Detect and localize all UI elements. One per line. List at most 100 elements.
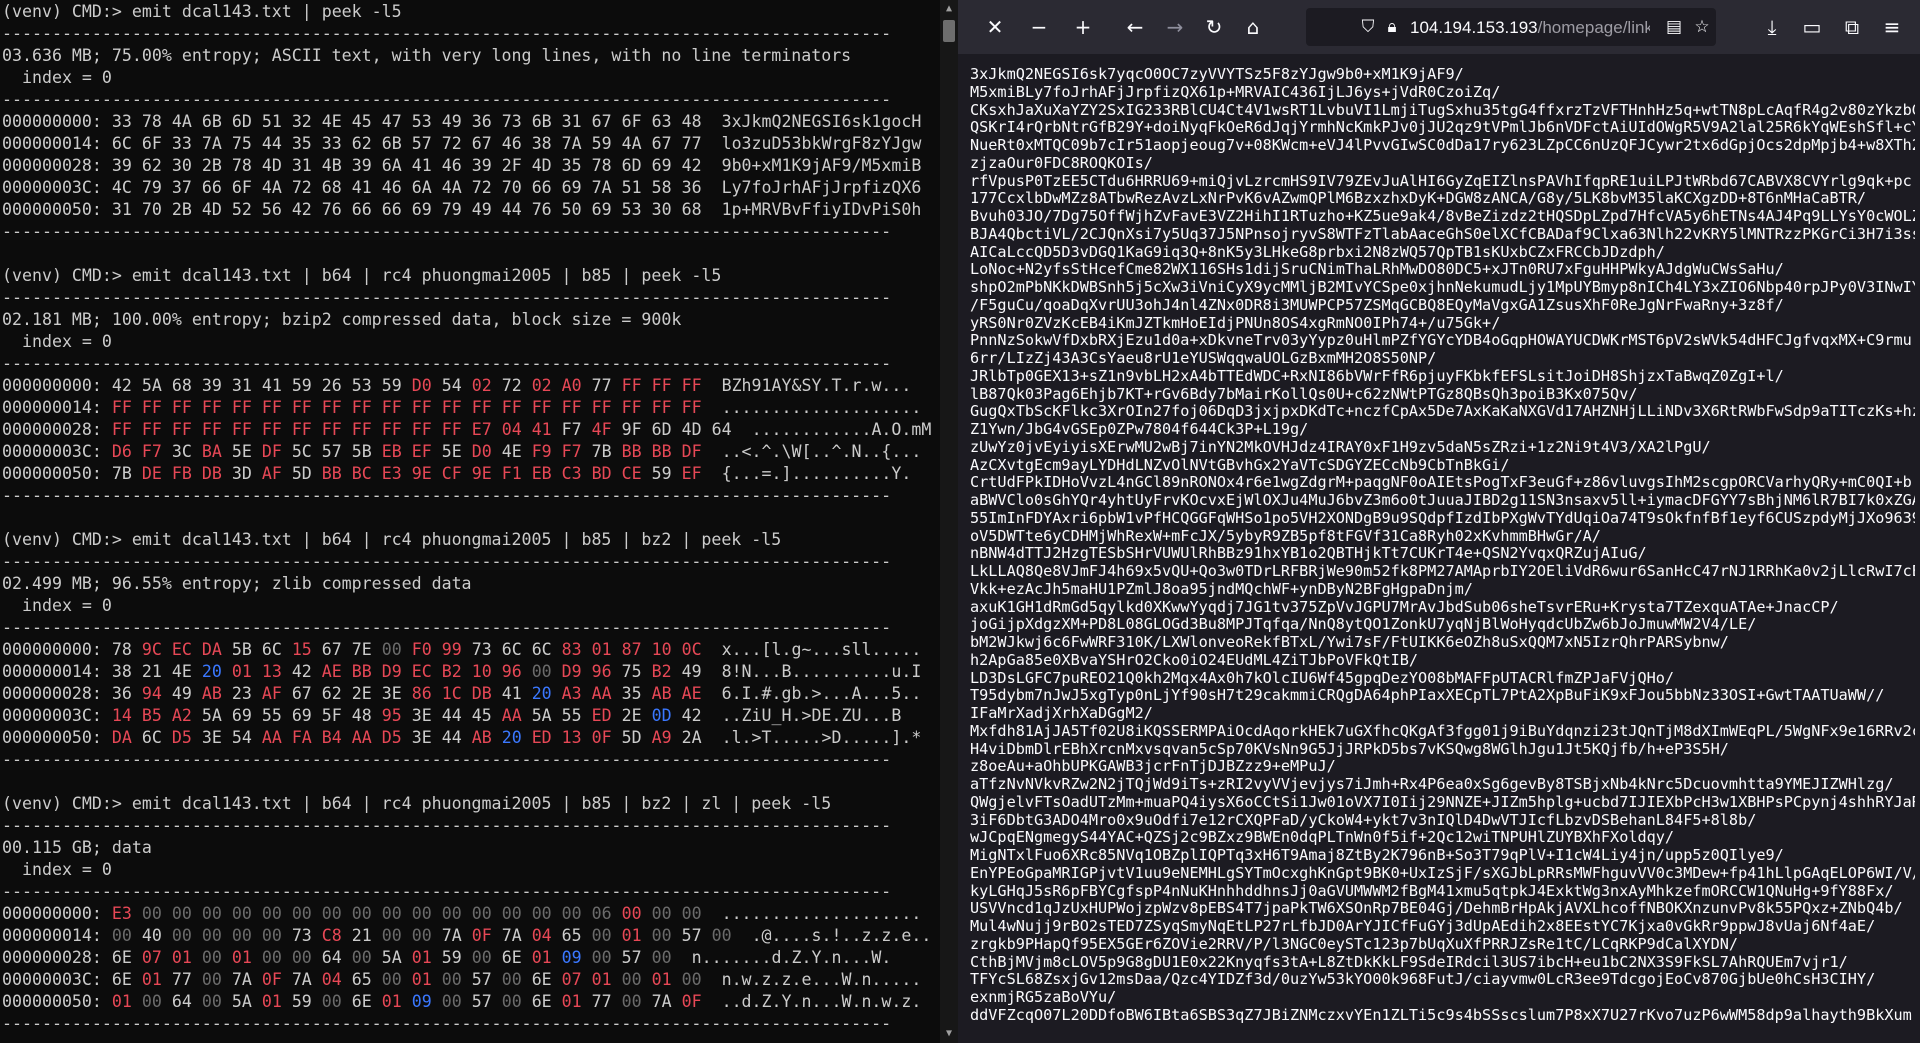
tracking-shield-icon[interactable]: ⛉ [1356,14,1380,40]
scrollbar-thumb[interactable] [943,20,955,42]
hex-byte: FF [171,420,192,439]
hex-byte: 39 [471,156,492,175]
hex-row: 000000000: E3 00 00 00 00 00 00 00 00 00… [2,903,932,925]
menu-icon[interactable]: ≡ [1879,14,1905,40]
extensions-icon[interactable]: ⧉ [1839,14,1865,40]
hex-byte: 49 [441,112,462,131]
hex-byte: AA [501,706,522,725]
hex-row: 00000003C: 14 B5 A2 5A 69 55 69 5F 48 95… [2,705,932,727]
ascii-column: {...=.]..........Y. [721,464,912,483]
hex-byte: 01 [231,948,252,967]
text-line: AzCXvtgEcm9ayLYDHdLNZvOlNVtGBvhGx2YaVTcS… [970,456,1510,474]
separator-rule: ----------------------------------------… [2,90,892,109]
text-line: joGijpXdgzXM+PD8L08GLOGd3Bu8MPJTqfqa/NnQ… [970,616,1757,634]
hex-byte: 48 [681,112,702,131]
command-text: emit dcal143.txt | peek -l5 [131,2,402,21]
hex-byte: EC [171,640,192,659]
hex-byte: 59 [291,376,312,395]
hex-byte: 35 [621,684,642,703]
hex-byte: 00 [471,904,492,923]
hex-byte: 4F [591,420,612,439]
home-icon[interactable]: ⌂ [1240,14,1266,40]
reload-icon[interactable]: ↻ [1201,14,1227,40]
hex-byte: B4 [321,728,342,747]
hex-byte: D9 [381,662,402,681]
text-line: M5xmiBLy7foJrhAFjJrpfizQX61p+MRVAIC436Ij… [970,83,1501,101]
browser-window: ✕ − + ← → ↻ ⌂ ⛉ 🔒︎ 104.194.153.193/homep… [958,0,1920,1043]
page-content[interactable]: 3xJkmQ2NEGSI6sk7yqcO0OC7zyVVYTSz5F8zYJgw… [958,54,1920,1043]
hex-byte: 55 [261,706,282,725]
new-tab-icon[interactable]: + [1070,14,1096,40]
hex-byte: 39 [351,156,372,175]
hex-byte: 21 [141,662,162,681]
hex-byte: 70 [141,200,162,219]
hex-byte: DA [111,728,132,747]
text-line: Mxfdh81AjJA5Tf02U8iKQSSERMPAiOcdAqorkHEk… [970,722,1915,740]
hex-byte: 65 [561,926,582,945]
hex-row: 000000000: 33 78 4A 6B 6D 51 32 4E 45 47… [2,111,932,133]
hex-byte: 38 [111,662,132,681]
hex-byte: 3C [171,442,192,461]
hex-byte: 41 [531,420,552,439]
hex-byte: 49 [471,200,492,219]
hex-byte: 55 [561,706,582,725]
hex-byte: 04 [321,970,342,989]
scroll-down-arrow-icon[interactable]: ▼ [943,1028,955,1040]
hex-byte: 73 [501,112,522,131]
hex-row: 000000014: FF FF FF FF FF FF FF FF FF FF… [2,397,932,419]
hex-row: 00000003C: 6E 01 77 00 7A 0F 7A 04 65 00… [2,969,932,991]
scroll-up-arrow-icon[interactable]: ▲ [943,3,955,15]
hex-byte: 13 [561,728,582,747]
hex-byte: 00 [621,992,642,1011]
hex-byte: 02 [471,376,492,395]
terminal-scrollbar[interactable]: ▲ ▼ [940,0,958,1043]
hex-byte: 41 [261,376,282,395]
back-arrow-icon[interactable]: ← [1122,14,1148,40]
hex-byte: 45 [351,112,372,131]
hex-byte: 54 [441,376,462,395]
hex-byte: 00 [561,904,582,923]
hex-byte: 67 [291,684,312,703]
terminal-window[interactable]: (venv) CMD:> emit dcal143.txt | peek -l5… [0,0,940,1043]
forward-arrow-icon[interactable]: → [1162,14,1188,40]
hex-byte: 4D [261,156,282,175]
url-bar[interactable]: ⛉ 🔒︎ 104.194.153.193/homepage/links/dcal… [1306,8,1716,46]
hex-byte: 4D [531,156,552,175]
text-line: EnYPEoGpaMRIGPjvtV1uu9eNEMHLgSYTmOcxghKn… [970,864,1915,882]
url-text[interactable]: 104.194.153.193/homepage/links/dcal [1410,17,1650,39]
ascii-column: BZh91AY&SY.T.r.w... [721,376,912,395]
text-line: nBNW4dTTJ2HzgTESbSHrVUWUlRhBBz91hxYB1o2Q… [970,545,1647,563]
hex-byte: 66 [351,200,372,219]
hex-byte: 2E [621,706,642,725]
hex-offset: 000000000: [2,376,102,395]
hex-byte: 21 [351,926,372,945]
lock-icon[interactable]: 🔒︎ [1380,14,1404,40]
download-icon[interactable]: ⤓ [1759,14,1785,40]
hex-byte: 00 [651,926,672,945]
close-tab-icon[interactable]: ✕ [982,14,1008,40]
hex-byte: 6F [231,178,252,197]
hex-row: 000000000: 78 9C EC DA 5B 6C 15 67 7E 00… [2,639,932,661]
text-line: Bvuh03JO/7Dg75OffWjhZvFavE3VZ2HihI1RTuzh… [970,208,1915,225]
hex-byte: E3 [111,904,132,923]
text-line: TFYcSL68ZsxjGv12msDaa/Qzc4YIDZf3d/0uzYw5… [970,971,1876,989]
hex-byte: 39 [201,376,222,395]
sidebar-icon[interactable]: ▭ [1799,14,1825,40]
hex-byte: 49 [171,684,192,703]
hex-byte: 35 [291,134,312,153]
ascii-column: .l.>T.....>D.....].* [721,728,922,747]
url-host: 104.194.153.193 [1410,18,1538,37]
hex-byte: BB [621,442,642,461]
hex-byte: 6D [621,156,642,175]
hex-byte: AE [681,684,702,703]
hex-byte: 00 [531,662,552,681]
hex-byte: EB [381,442,402,461]
bookmark-star-icon[interactable]: ☆ [1690,14,1714,40]
hex-byte: 42 [291,662,312,681]
reader-view-icon[interactable]: ▤ [1662,14,1686,40]
hex-byte: 00 [291,904,312,923]
minimize-icon[interactable]: − [1026,14,1052,40]
hex-byte: 01 [531,948,552,967]
ascii-column: 6.I.#.gb.>...A...5.. [721,684,922,703]
hex-byte: EB [531,464,552,483]
